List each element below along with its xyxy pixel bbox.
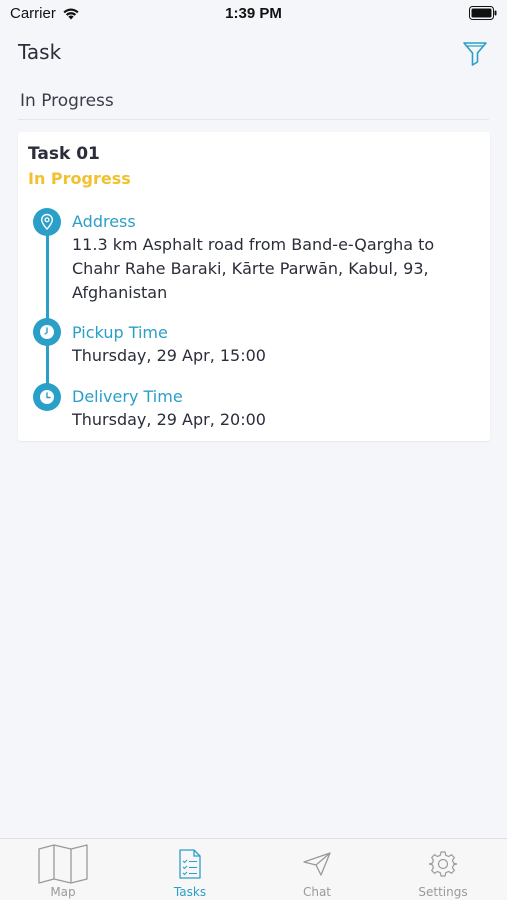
address-value: 11.3 km Asphalt road from Band-e-Qargha …	[72, 233, 472, 305]
clock: 1:39 PM	[225, 5, 282, 22]
pickup-value: Thursday, 29 Apr, 15:00	[72, 346, 266, 365]
status-bar: Carrier 1:39 PM	[0, 0, 507, 28]
task-status: In Progress	[28, 169, 131, 188]
delivery-label: Delivery Time	[72, 387, 183, 406]
address-line: 11.3 km Asphalt road from Band-e-Qargha …	[72, 235, 435, 254]
task-card[interactable]: Task 01 In Progress Address 11.3 km Asph…	[18, 132, 490, 441]
filter-icon	[463, 42, 487, 66]
address-label: Address	[72, 212, 136, 231]
tab-label: Map	[50, 885, 76, 899]
filter-button[interactable]	[461, 39, 489, 67]
tab-bar: Map Tasks Chat Settings	[0, 838, 507, 900]
tab-tasks[interactable]: Tasks	[127, 839, 253, 900]
tab-label: Settings	[418, 885, 468, 899]
location-pin-icon	[33, 208, 61, 236]
tab-label: Chat	[302, 885, 332, 899]
section-divider	[18, 119, 489, 120]
address-line: Afghanistan	[72, 283, 168, 302]
section-title: In Progress	[20, 91, 114, 111]
pickup-label: Pickup Time	[72, 323, 168, 342]
tasks-icon	[179, 849, 201, 879]
clock-icon	[33, 318, 61, 346]
map-icon	[38, 844, 88, 884]
clock-icon	[33, 383, 61, 411]
tab-settings[interactable]: Settings	[380, 839, 506, 900]
send-icon	[303, 852, 331, 876]
page-title: Task	[18, 40, 62, 64]
address-line: Chahr Rahe Baraki, Kārte Parwān, Kabul, …	[72, 259, 429, 278]
tab-map[interactable]: Map	[0, 839, 126, 900]
delivery-value: Thursday, 29 Apr, 20:00	[72, 410, 266, 429]
battery-icon	[469, 6, 497, 20]
tab-chat[interactable]: Chat	[254, 839, 380, 900]
tab-label: Tasks	[173, 885, 207, 899]
gear-icon	[429, 851, 457, 877]
timeline-line	[46, 224, 49, 392]
task-name: Task 01	[28, 144, 100, 164]
